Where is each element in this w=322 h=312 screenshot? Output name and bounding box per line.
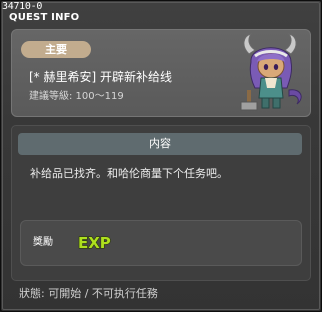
window-title[interactable]: QUEST INFO [9, 12, 79, 24]
quest-info-panel: 主要 [* 赫里希安] 开辟新补给线 建議等級: 100～119 [11, 29, 311, 117]
quest-id: 34710-0 [2, 1, 43, 12]
quest-status: 狀態: 可開始 / 不可执行任務 [19, 287, 158, 300]
exp-text: EXP [78, 234, 111, 252]
category-tag: 主要 [21, 41, 91, 58]
content-header: 内容 [18, 133, 302, 155]
recommended-level: 建議等級: 100～119 [29, 91, 124, 102]
exp-icon: EXP [77, 233, 111, 252]
reward-box: 獎勵 EXP [20, 220, 302, 266]
quest-name: [* 赫里希安] 开辟新补给线 [29, 70, 172, 84]
quest-description: 补给品已找齐。和哈伦商量下个任务吧。 [30, 167, 228, 180]
reward-label: 獎勵 [33, 237, 53, 248]
quest-info-window: 34710-0 QUEST INFO 主要 [* 赫里希安] 开辟新补给线 建議… [0, 0, 322, 312]
npc-portrait-icon [240, 33, 302, 111]
content-panel: 内容 补给品已找齐。和哈伦商量下个任务吧。 獎勵 EXP [11, 125, 311, 281]
